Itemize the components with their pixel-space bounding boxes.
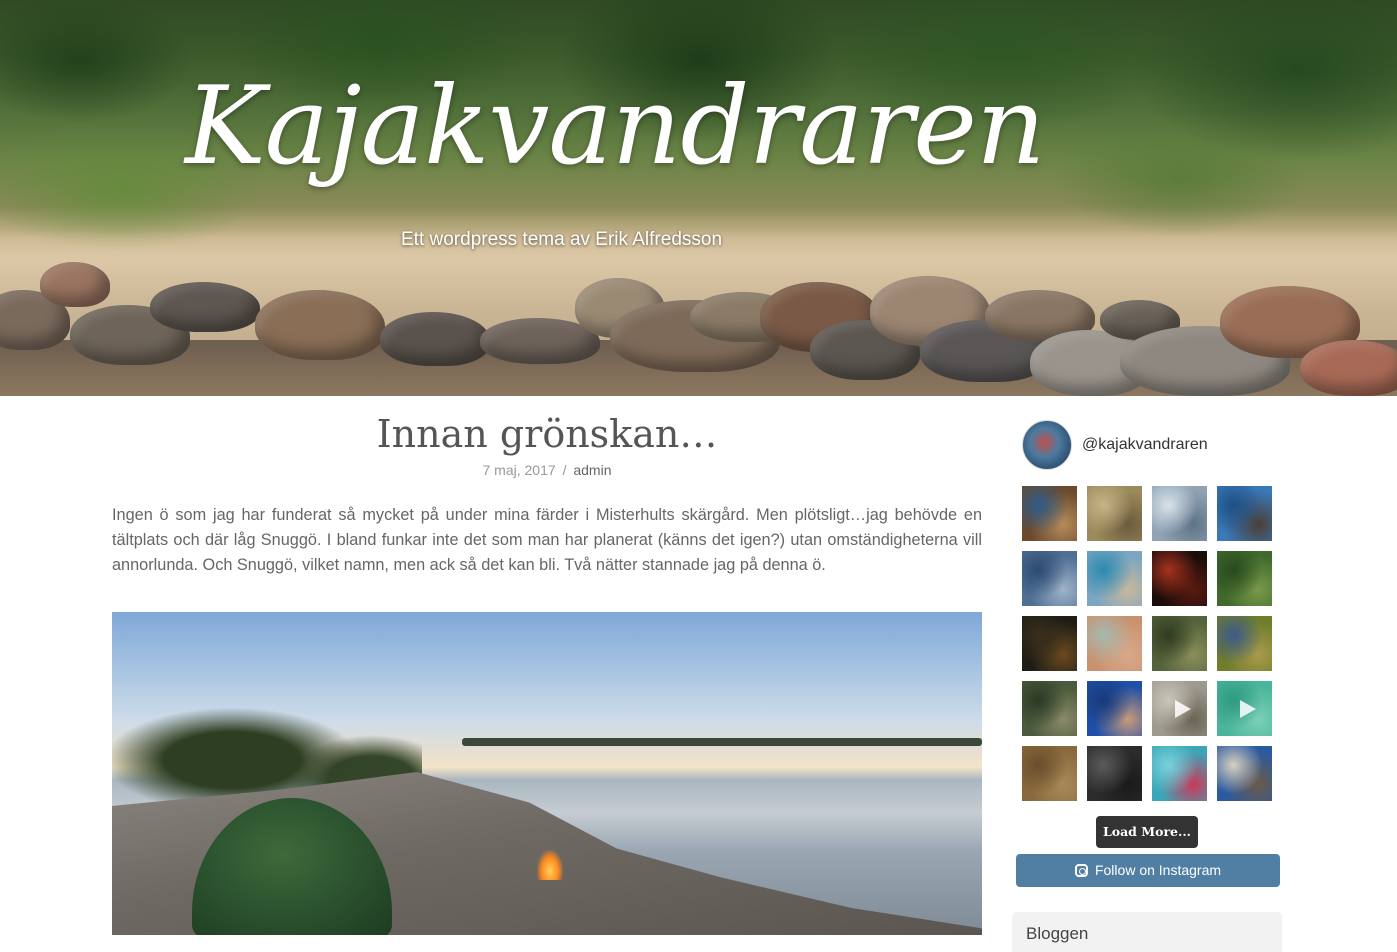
instagram-header: @kajakvandraren [1016,420,1280,470]
instagram-thumbnail[interactable] [1087,616,1142,671]
header-rock [255,290,385,360]
header-rock [380,312,490,366]
instagram-thumbnail[interactable] [1022,486,1077,541]
blog-widget: Bloggen [1012,912,1282,952]
post-meta: 7 maj, 2017 / admin [112,462,982,484]
image-horizon [462,738,982,746]
instagram-thumbnail[interactable] [1152,681,1207,736]
play-icon [1174,699,1191,718]
instagram-thumbnail[interactable] [1217,681,1272,736]
instagram-thumbnail[interactable] [1152,486,1207,541]
play-icon [1239,699,1256,718]
instagram-thumbnail[interactable] [1022,616,1077,671]
instagram-thumbnail[interactable] [1217,551,1272,606]
site-title[interactable]: Kajakvandraren [185,52,1046,202]
widget-title: Bloggen [1026,924,1089,943]
header-rock [40,262,110,307]
site-tagline: Ett wordpress tema av Erik Alfredsson [401,229,723,250]
instagram-thumbnail[interactable] [1022,681,1077,736]
instagram-thumbnail[interactable] [1217,746,1272,801]
instagram-username[interactable]: @kajakvandraren [1082,436,1208,454]
post-date[interactable]: 7 maj, 2017 [483,462,556,478]
site-header: Kajakvandraren Ett wordpress tema av Eri… [0,0,1397,396]
instagram-thumbnail[interactable] [1087,746,1142,801]
header-rock [1300,340,1397,396]
instagram-feed-grid [1022,486,1272,801]
instagram-thumbnail[interactable] [1087,681,1142,736]
load-more-button[interactable]: Load More... [1096,816,1198,848]
post-meta-separator: / [562,462,567,478]
post-body: Ingen ö som jag har funderat så mycket p… [112,506,982,574]
post-featured-image [112,612,982,935]
instagram-thumbnail[interactable] [1087,486,1142,541]
instagram-thumbnail[interactable] [1152,746,1207,801]
instagram-thumbnail[interactable] [1152,616,1207,671]
instagram-thumbnail[interactable] [1217,616,1272,671]
instagram-thumbnail[interactable] [1022,551,1077,606]
sidebar: @kajakvandraren Load More... Follow on I… [1012,420,1282,952]
blog-post: Innan grönskan… 7 maj, 2017 / admin Inge… [112,406,982,594]
instagram-thumbnail[interactable] [1087,551,1142,606]
instagram-thumbnail[interactable] [1022,746,1077,801]
header-rock [150,282,260,332]
follow-button-label: Follow on Instagram [1094,862,1222,878]
instagram-icon [1074,864,1088,877]
post-author[interactable]: admin [573,462,611,478]
instagram-avatar[interactable] [1022,420,1072,470]
post-title[interactable]: Innan grönskan… [112,406,982,462]
instagram-thumbnail[interactable] [1217,486,1272,541]
follow-on-instagram-button[interactable]: Follow on Instagram [1016,854,1280,887]
image-campfire [537,850,563,880]
instagram-thumbnail[interactable] [1152,551,1207,606]
